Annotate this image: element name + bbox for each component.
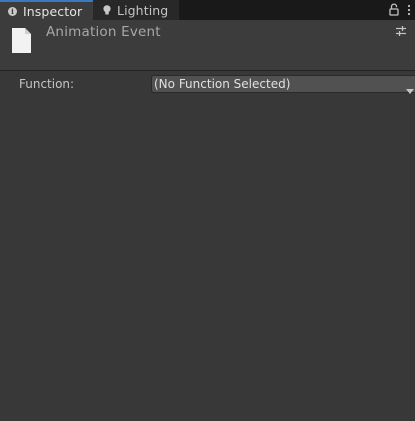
function-dropdown[interactable]: (No Function Selected) [151,75,415,94]
kebab-menu-icon[interactable] [407,4,411,16]
tab-strip: i Inspector Lighting [0,0,415,20]
tab-lighting[interactable]: Lighting [93,0,179,20]
document-icon [11,27,32,54]
info-icon: i [8,6,17,16]
header-divider [0,70,415,71]
lock-icon[interactable] [389,3,399,16]
component-title: Animation Event [46,24,161,40]
tab-inspector-label: Inspector [23,3,83,19]
function-dropdown-value: (No Function Selected) [154,77,291,91]
tab-inspector[interactable]: i Inspector [0,0,93,20]
lightbulb-icon [102,4,111,16]
chevron-down-icon [406,82,414,94]
settings-sliders-icon[interactable] [395,25,407,37]
inspector-window: i Inspector Lighting Animation Event Fun… [0,0,415,421]
tab-lighting-label: Lighting [117,2,169,18]
function-label: Function: [19,77,75,91]
